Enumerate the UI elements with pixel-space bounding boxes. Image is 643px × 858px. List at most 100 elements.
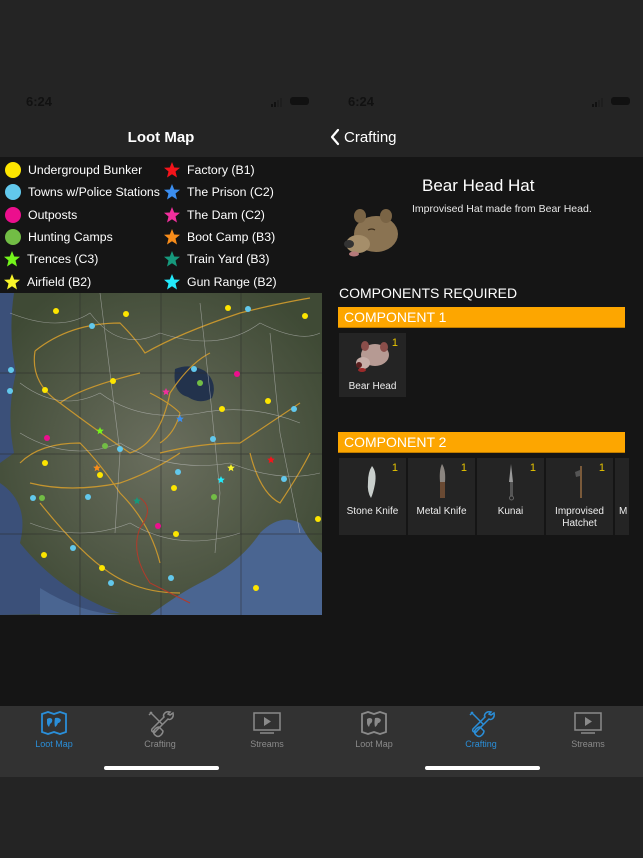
map-marker[interactable] bbox=[41, 552, 47, 558]
home-indicator[interactable] bbox=[425, 766, 540, 770]
loot-map[interactable] bbox=[0, 293, 322, 615]
legend-label: Trences (C3) bbox=[27, 252, 99, 267]
tab-label: Crafting bbox=[465, 739, 497, 749]
legend-item: Undergroupd Bunker bbox=[0, 159, 163, 181]
legend-label: Factory (B1) bbox=[187, 163, 255, 178]
legend-label: Boot Camp (B3) bbox=[187, 230, 276, 245]
legend-label: Towns w/Police Stations bbox=[28, 185, 160, 200]
map-icon bbox=[41, 711, 67, 735]
crafting-detail-screen: 6:24 Crafting Bear Head Hat Improvised H… bbox=[322, 0, 643, 858]
map-marker[interactable] bbox=[110, 378, 116, 384]
battery-icon bbox=[290, 97, 309, 105]
map-marker[interactable] bbox=[234, 371, 240, 377]
component-1-items: 1 Bear Head bbox=[339, 333, 406, 397]
tab-crafting[interactable]: Crafting bbox=[120, 708, 200, 749]
map-marker[interactable] bbox=[173, 531, 179, 537]
map-marker[interactable] bbox=[89, 323, 95, 329]
loot-map-screen: 6:24 Loot Map Undergroupd Bunker Factory … bbox=[0, 0, 322, 858]
map-marker[interactable] bbox=[97, 472, 103, 478]
circle-marker-icon bbox=[5, 206, 21, 223]
tab-label: Crafting bbox=[144, 739, 176, 749]
map-marker[interactable] bbox=[219, 406, 225, 412]
tab-loot-map[interactable]: Loot Map bbox=[14, 708, 94, 749]
map-marker[interactable] bbox=[117, 446, 123, 452]
star-marker-icon bbox=[164, 229, 180, 245]
map-marker[interactable] bbox=[123, 311, 129, 317]
legend-item: Gun Range (B2) bbox=[163, 270, 322, 292]
map-marker[interactable] bbox=[315, 516, 321, 522]
component-item[interactable]: 1 Metal Knife bbox=[408, 458, 475, 535]
legend-label: Outposts bbox=[28, 207, 78, 222]
map-marker[interactable] bbox=[265, 398, 271, 404]
component-item[interactable]: 1 Bear Head bbox=[339, 333, 406, 397]
map-marker[interactable] bbox=[225, 305, 231, 311]
map-marker[interactable] bbox=[99, 565, 105, 571]
back-button[interactable]: Crafting bbox=[330, 128, 397, 146]
component-1-header: COMPONENT 1 bbox=[338, 307, 625, 328]
signal-icon bbox=[271, 98, 282, 107]
map-marker[interactable] bbox=[302, 313, 308, 319]
map-marker[interactable] bbox=[44, 435, 50, 441]
map-marker[interactable] bbox=[175, 469, 181, 475]
component-item[interactable]: 1 Kunai bbox=[477, 458, 544, 535]
status-time: 6:24 bbox=[348, 94, 375, 109]
map-marker[interactable] bbox=[211, 494, 217, 500]
map-marker[interactable] bbox=[155, 523, 161, 529]
item-name: Improvised Hatchet bbox=[555, 506, 604, 529]
map-marker[interactable] bbox=[102, 443, 108, 449]
map-marker[interactable] bbox=[85, 494, 91, 500]
tab-streams[interactable]: Streams bbox=[227, 708, 307, 749]
legend-label: The Prison (C2) bbox=[187, 185, 274, 200]
item-name: Metal Knife bbox=[416, 506, 467, 517]
legend-item: Towns w/Police Stations bbox=[0, 181, 163, 203]
component-item[interactable]: 1 Improvised Hatchet bbox=[546, 458, 613, 535]
map-marker[interactable] bbox=[30, 495, 36, 501]
bear-head-hat-image bbox=[340, 204, 406, 266]
tv-play-icon bbox=[574, 712, 602, 734]
legend-item: Boot Camp (B3) bbox=[163, 226, 322, 248]
map-marker[interactable] bbox=[7, 388, 13, 394]
item-description: Improvised Hat made from Bear Head. bbox=[412, 203, 592, 215]
map-marker[interactable] bbox=[8, 367, 14, 373]
tab-loot-map[interactable]: Loot Map bbox=[334, 708, 414, 749]
star-marker-icon bbox=[164, 162, 180, 178]
map-marker[interactable] bbox=[39, 495, 45, 501]
status-bar: 6:24 bbox=[322, 92, 643, 112]
map-marker[interactable] bbox=[108, 580, 114, 586]
crafting-detail-content: Bear Head Hat Improvised Hat made from B… bbox=[322, 157, 643, 706]
back-label: Crafting bbox=[344, 128, 397, 146]
component-item[interactable]: 1 Stone Knife bbox=[339, 458, 406, 535]
tab-crafting[interactable]: Crafting bbox=[441, 708, 521, 749]
map-marker[interactable] bbox=[291, 406, 297, 412]
tab-label: Loot Map bbox=[355, 739, 393, 749]
map-marker[interactable] bbox=[42, 387, 48, 393]
star-marker-icon bbox=[164, 184, 180, 200]
components-heading: COMPONENTS REQUIRED bbox=[339, 285, 518, 301]
tools-icon bbox=[469, 711, 495, 738]
map-marker[interactable] bbox=[253, 585, 259, 591]
item-name: Kunai bbox=[497, 506, 524, 517]
map-marker[interactable] bbox=[168, 575, 174, 581]
tab-label: Streams bbox=[571, 739, 605, 749]
map-marker[interactable] bbox=[210, 436, 216, 442]
map-marker[interactable] bbox=[70, 545, 76, 551]
map-marker[interactable] bbox=[42, 460, 48, 466]
item-name: Stone Knife bbox=[346, 506, 399, 517]
signal-icon bbox=[592, 98, 603, 107]
map-marker[interactable] bbox=[245, 306, 251, 312]
map-marker[interactable] bbox=[191, 366, 197, 372]
map-legend: Undergroupd Bunker Factory (B1) Towns w/Po… bbox=[0, 159, 322, 293]
component-item[interactable]: M bbox=[615, 458, 629, 535]
tab-streams[interactable]: Streams bbox=[548, 708, 628, 749]
map-marker[interactable] bbox=[197, 380, 203, 386]
circle-marker-icon bbox=[5, 162, 21, 179]
map-marker[interactable] bbox=[171, 485, 177, 491]
map-marker[interactable] bbox=[281, 476, 287, 482]
map-marker[interactable] bbox=[53, 308, 59, 314]
item-name: Bear Head bbox=[348, 381, 397, 392]
status-time: 6:24 bbox=[26, 94, 53, 109]
item-quantity: 1 bbox=[391, 337, 398, 349]
component-2-header: COMPONENT 2 bbox=[338, 432, 625, 453]
legend-label: Gun Range (B2) bbox=[187, 274, 277, 289]
home-indicator[interactable] bbox=[104, 766, 219, 770]
